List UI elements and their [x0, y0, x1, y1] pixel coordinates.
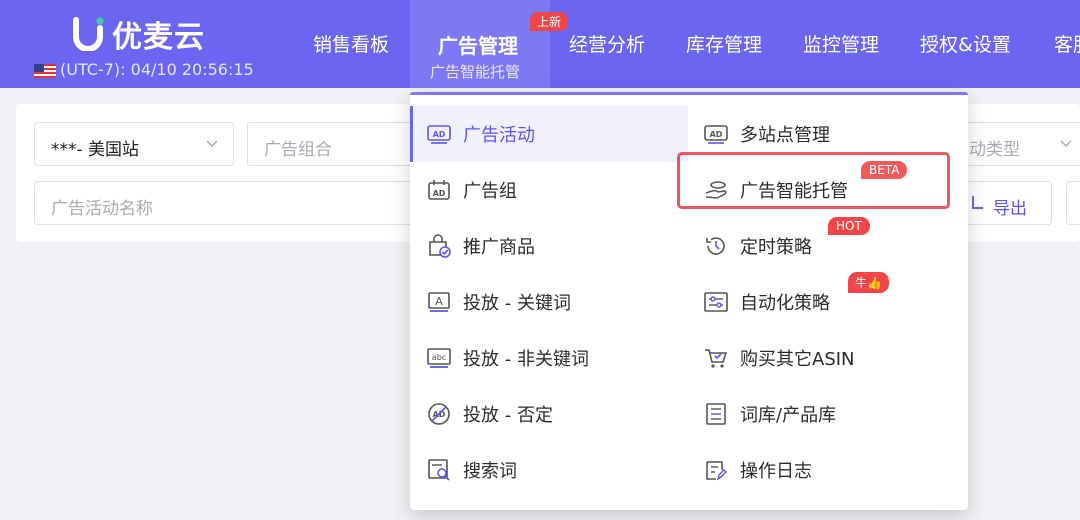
svg-text:AD: AD [433, 189, 446, 198]
timezone-text: (UTC-7): 04/10 20:56:15 [60, 60, 254, 79]
menu-item-label: 操作日志 [740, 461, 812, 482]
nav-ad-management-label: 广告管理 [438, 34, 518, 58]
campaign-name-input[interactable]: 广告活动名称 [34, 181, 414, 225]
search-doc-icon [427, 458, 451, 482]
menu-item-targeting-negative[interactable]: AD 投放 - 否定 [427, 386, 553, 442]
menu-item-purchase-other-asin[interactable]: 购买其它ASIN [704, 330, 855, 386]
menu-item-label: 投放 - 非关键词 [463, 349, 589, 370]
nav-sales-dashboard[interactable]: 销售看板 [313, 30, 389, 57]
menu-item-label: 多站点管理 [740, 125, 830, 146]
niu-tag: 牛👍 [848, 272, 889, 293]
menu-item-ad-groups[interactable]: AD 广告组 [427, 162, 517, 218]
ad-group-placeholder: 广告组合 [264, 140, 332, 160]
ad-badge-icon: AD [704, 122, 728, 146]
menu-item-label: 推广商品 [463, 237, 535, 258]
bag-check-icon [427, 234, 451, 258]
menu-item-label: 定时策略 [740, 237, 812, 258]
new-badge: 上新 [530, 12, 569, 31]
hot-tag: HOT [828, 217, 870, 235]
beta-tag: BETA [861, 161, 908, 179]
export-label: 导出 [993, 199, 1027, 219]
export-icon [969, 192, 985, 218]
menu-item-operation-log[interactable]: 操作日志 [704, 442, 812, 498]
logo[interactable]: 优麦云 [72, 12, 205, 56]
type-select-placeholder: 动类型 [969, 140, 1020, 160]
nav-business-analysis[interactable]: 经营分析 [569, 30, 645, 57]
campaign-name-placeholder: 广告活动名称 [51, 199, 153, 219]
menu-item-label: 投放 - 否定 [463, 405, 553, 426]
svg-text:AD: AD [433, 130, 446, 139]
clock-history-icon [704, 234, 728, 258]
svg-text:AD: AD [710, 130, 723, 139]
chevron-down-icon [1059, 135, 1073, 154]
nav-ad-management-sub: 广告智能托管 [430, 63, 521, 81]
menu-item-targeting-non-keywords[interactable]: abc 投放 - 非关键词 [427, 330, 589, 386]
menu-item-timed-strategy[interactable]: 定时策略 [704, 218, 812, 274]
menu-item-automation-strategy[interactable]: 自动化策略 [704, 274, 830, 330]
menu-item-targeting-keywords[interactable]: A 投放 - 关键词 [427, 274, 571, 330]
cart-icon [704, 346, 728, 370]
list-book-icon [704, 402, 728, 426]
menu-item-label: 广告组 [463, 181, 517, 202]
menu-item-promoted-products[interactable]: 推广商品 [427, 218, 535, 274]
svg-text:A: A [435, 295, 443, 308]
menu-item-label: 搜索词 [463, 461, 517, 482]
menu-item-label: 词库/产品库 [740, 405, 837, 426]
menu-item-word-product-library[interactable]: 词库/产品库 [704, 386, 836, 442]
timezone-clock: (UTC-7): 04/10 20:56:15 [34, 60, 254, 79]
sliders-icon [704, 290, 728, 314]
keyword-a-icon: A [427, 290, 451, 314]
nav-customer-service[interactable]: 客服 [1054, 30, 1080, 57]
us-flag-icon [34, 63, 56, 78]
menu-item-campaigns[interactable]: AD 广告活动 [410, 106, 688, 162]
top-header: 优麦云 (UTC-7): 04/10 20:56:15 销售看板 广告管理 广告… [0, 0, 1080, 88]
ad-group-input[interactable]: 广告组合 [247, 122, 417, 166]
ad-calendar-icon: AD [427, 178, 451, 202]
highlight-box [677, 152, 950, 209]
svg-text:abc: abc [432, 353, 446, 362]
type-select[interactable]: 动类型 [966, 122, 1080, 166]
chevron-down-icon [205, 135, 219, 154]
menu-top-bar [410, 92, 968, 95]
nav-monitoring[interactable]: 监控管理 [803, 30, 879, 57]
site-select[interactable]: ***- 美国站 [34, 122, 234, 166]
ad-badge-icon: AD [427, 122, 451, 146]
menu-item-label: 投放 - 关键词 [463, 293, 571, 314]
logo-u-icon [72, 17, 104, 51]
ad-blocked-icon: AD [427, 402, 451, 426]
log-edit-icon [704, 458, 728, 482]
nav-auth-settings[interactable]: 授权&设置 [920, 30, 1011, 57]
menu-item-label: 广告活动 [463, 125, 535, 146]
nav-inventory[interactable]: 库存管理 [686, 30, 762, 57]
abc-icon: abc [427, 346, 451, 370]
menu-item-label: 自动化策略 [740, 293, 830, 314]
site-select-value: ***- 美国站 [51, 140, 140, 160]
more-button[interactable] [1066, 181, 1080, 225]
logo-text: 优麦云 [112, 20, 205, 55]
menu-item-search-terms[interactable]: 搜索词 [427, 442, 517, 498]
export-button[interactable]: 导出 [966, 181, 1052, 225]
nav-ad-management[interactable]: 广告管理 广告智能托管 [410, 0, 550, 88]
menu-item-label: 购买其它ASIN [740, 349, 855, 370]
